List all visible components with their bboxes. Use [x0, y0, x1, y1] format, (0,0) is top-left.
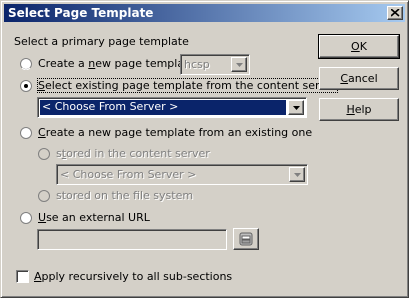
dropdown-button[interactable]	[231, 57, 247, 72]
apply-recursive-checkbox[interactable]	[16, 270, 29, 283]
group-label: Select a primary page template	[14, 35, 189, 48]
radio-external-url[interactable]	[20, 212, 32, 224]
radio-create-from-existing[interactable]	[20, 127, 32, 139]
chevron-down-icon	[293, 106, 300, 110]
title-bar[interactable]: Select Page Template	[4, 4, 405, 22]
stored-file-system-label: stored on the file system	[56, 189, 194, 202]
radio-stored-file-system[interactable]	[38, 190, 50, 202]
create-new-label: Create a new page template	[38, 57, 196, 70]
create-from-existing-label: Create a new page template from an exist…	[38, 126, 313, 139]
radio-create-new[interactable]	[20, 58, 32, 70]
apply-recursive-label: Apply recursively to all sub-sections	[34, 270, 233, 283]
help-button[interactable]: Help	[319, 98, 399, 121]
browse-icon	[239, 232, 253, 246]
dropdown-button[interactable]	[289, 167, 305, 182]
external-url-input[interactable]	[37, 229, 227, 250]
browse-url-button[interactable]	[233, 228, 259, 250]
ok-button[interactable]: OK	[318, 34, 400, 59]
stored-template-select[interactable]: < Choose From Server >	[56, 164, 308, 185]
chevron-down-icon	[236, 63, 243, 67]
radio-select-existing[interactable]	[20, 80, 32, 92]
external-url-label: Use an external URL	[38, 211, 150, 224]
radio-stored-content-server[interactable]	[38, 148, 50, 160]
content-server-template-select[interactable]: < Choose From Server >	[37, 97, 307, 118]
chevron-down-icon	[294, 173, 301, 177]
close-icon	[391, 9, 400, 17]
create-new-template-select[interactable]: hcsp	[180, 54, 250, 75]
select-existing-label: Select existing page template from the c…	[36, 78, 339, 93]
dropdown-button[interactable]	[288, 100, 304, 115]
stored-content-server-label: stored in the content server	[56, 147, 210, 160]
window-title: Select Page Template	[8, 6, 154, 20]
close-button[interactable]	[387, 6, 403, 20]
select-page-template-dialog: Select Page Template Select a primary pa…	[0, 0, 409, 298]
cancel-button[interactable]: Cancel	[319, 67, 399, 90]
